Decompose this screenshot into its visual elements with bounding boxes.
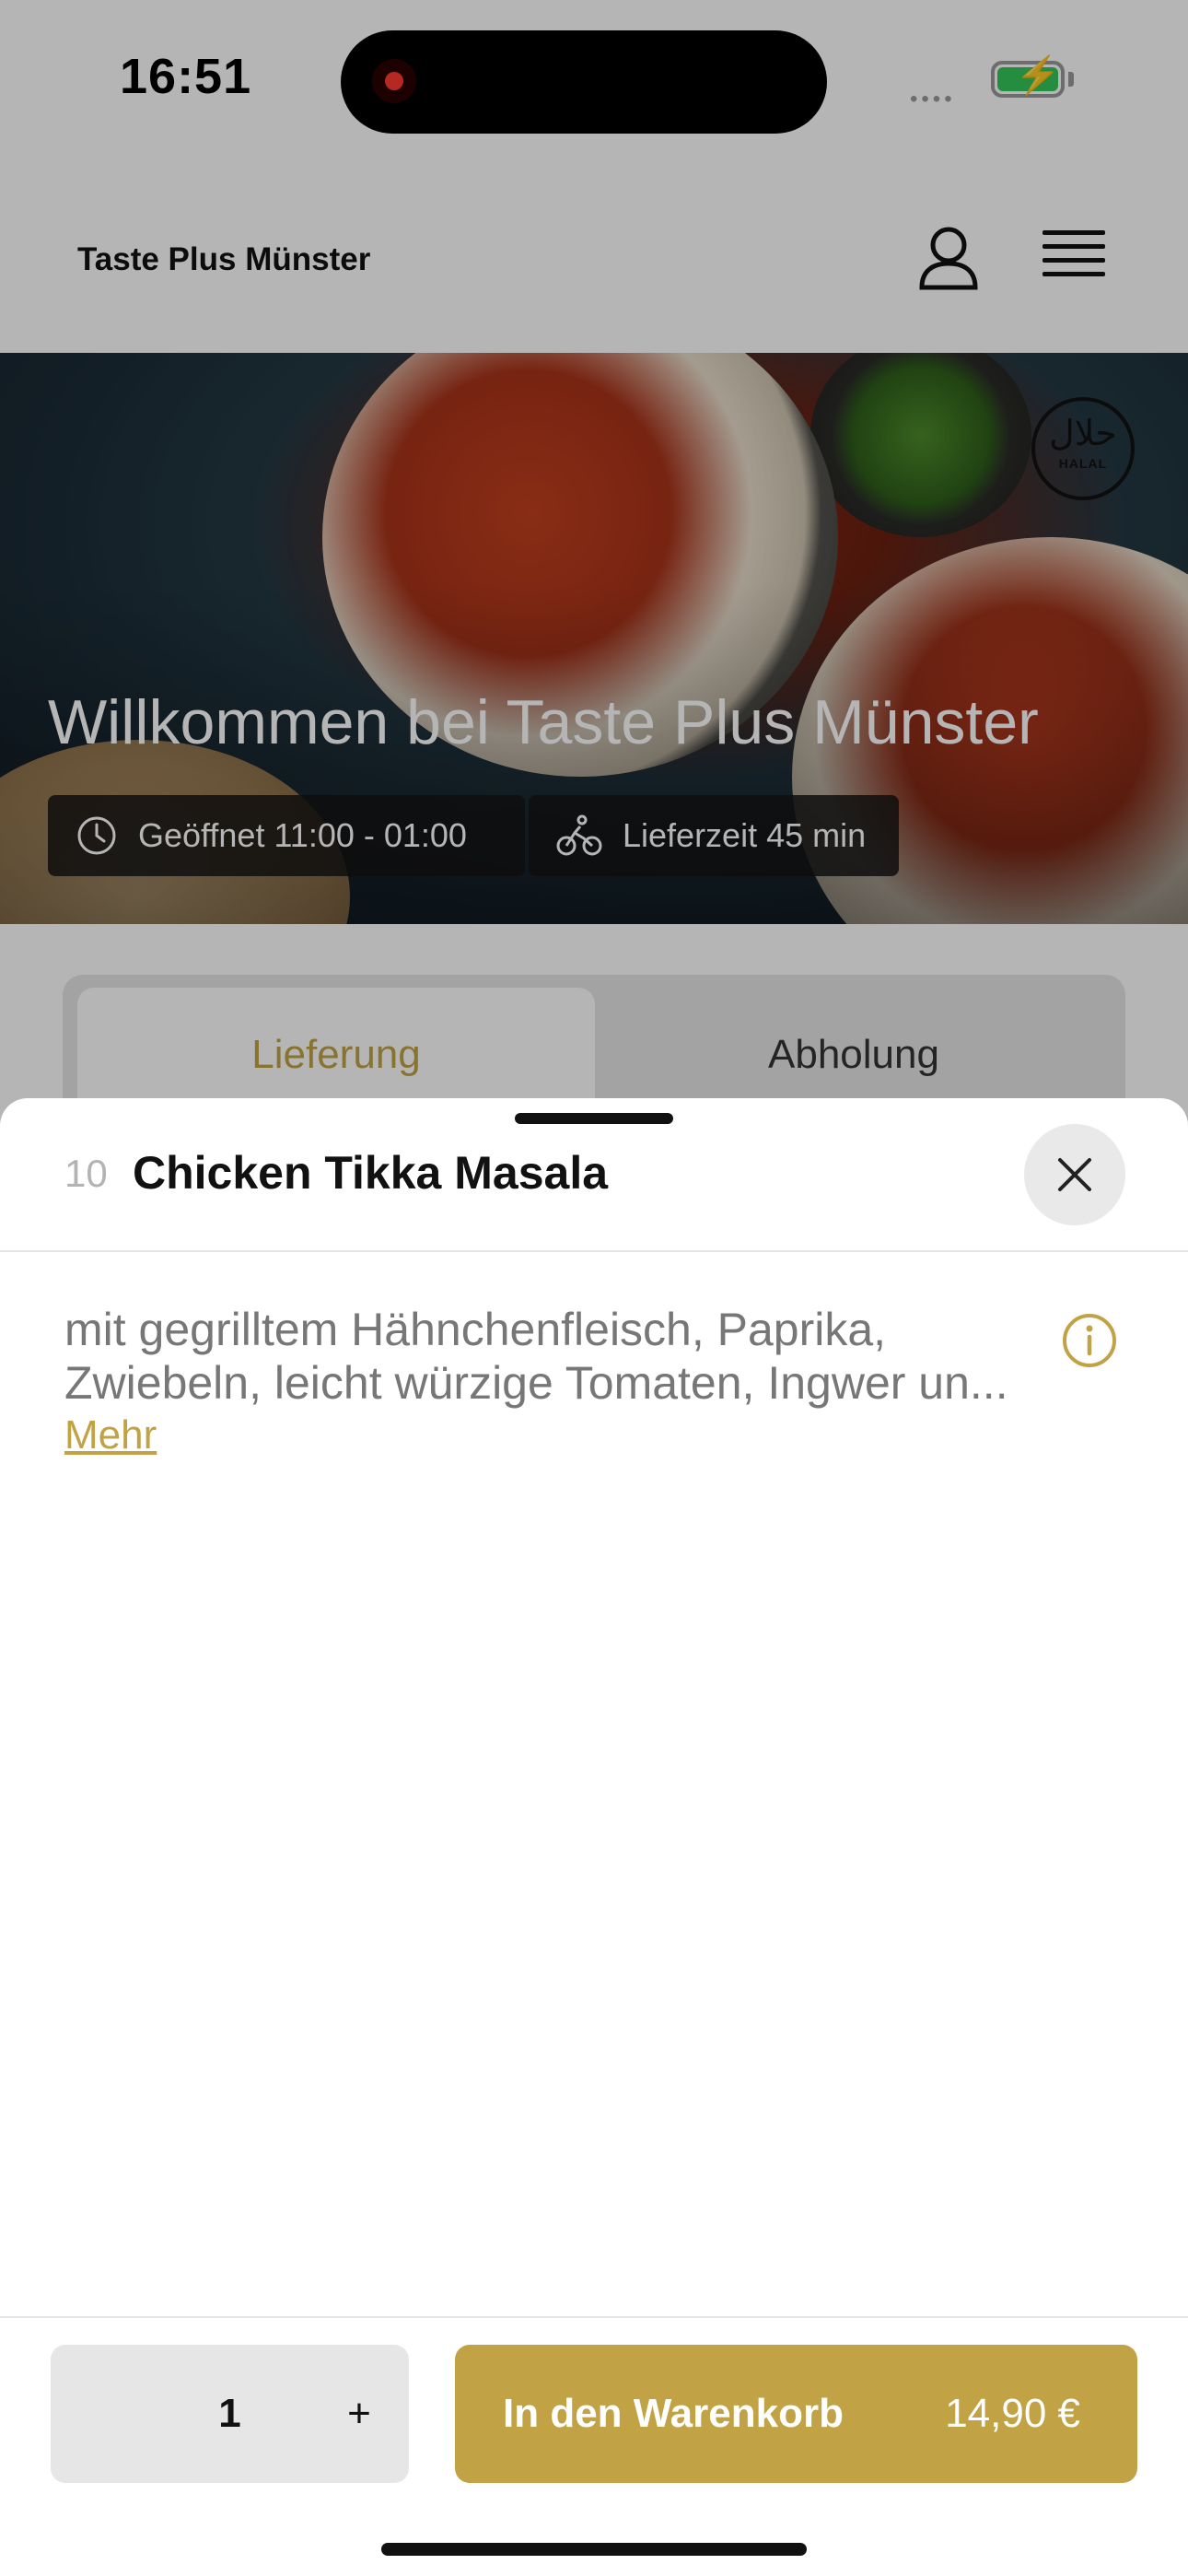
close-icon xyxy=(1058,1158,1091,1191)
increase-quantity-button[interactable]: + xyxy=(318,2345,401,2483)
footer-divider xyxy=(0,2316,1188,2318)
close-button[interactable] xyxy=(1024,1124,1125,1225)
dish-title: Chicken Tikka Masala xyxy=(133,1147,609,1199)
home-indicator[interactable] xyxy=(381,2543,807,2556)
header-divider xyxy=(0,1250,1188,1252)
more-link[interactable]: Mehr xyxy=(64,1412,157,1458)
add-to-cart-label: In den Warenkorb xyxy=(503,2391,844,2436)
dish-description-text: mit gegrilltem Hähnchenfleisch, Paprika,… xyxy=(64,1304,1008,1409)
dish-price: 14,90 € xyxy=(945,2391,1080,2436)
sheet-grabber[interactable] xyxy=(515,1113,673,1124)
dish-number: 10 xyxy=(64,1152,108,1195)
add-to-cart-button[interactable]: In den Warenkorb 14,90 € xyxy=(455,2345,1137,2483)
quantity-stepper: 1 + xyxy=(51,2345,409,2483)
info-icon[interactable] xyxy=(1061,1312,1118,1369)
dish-description: mit gegrilltem Hähnchenfleisch, Paprika,… xyxy=(64,1303,1059,1410)
